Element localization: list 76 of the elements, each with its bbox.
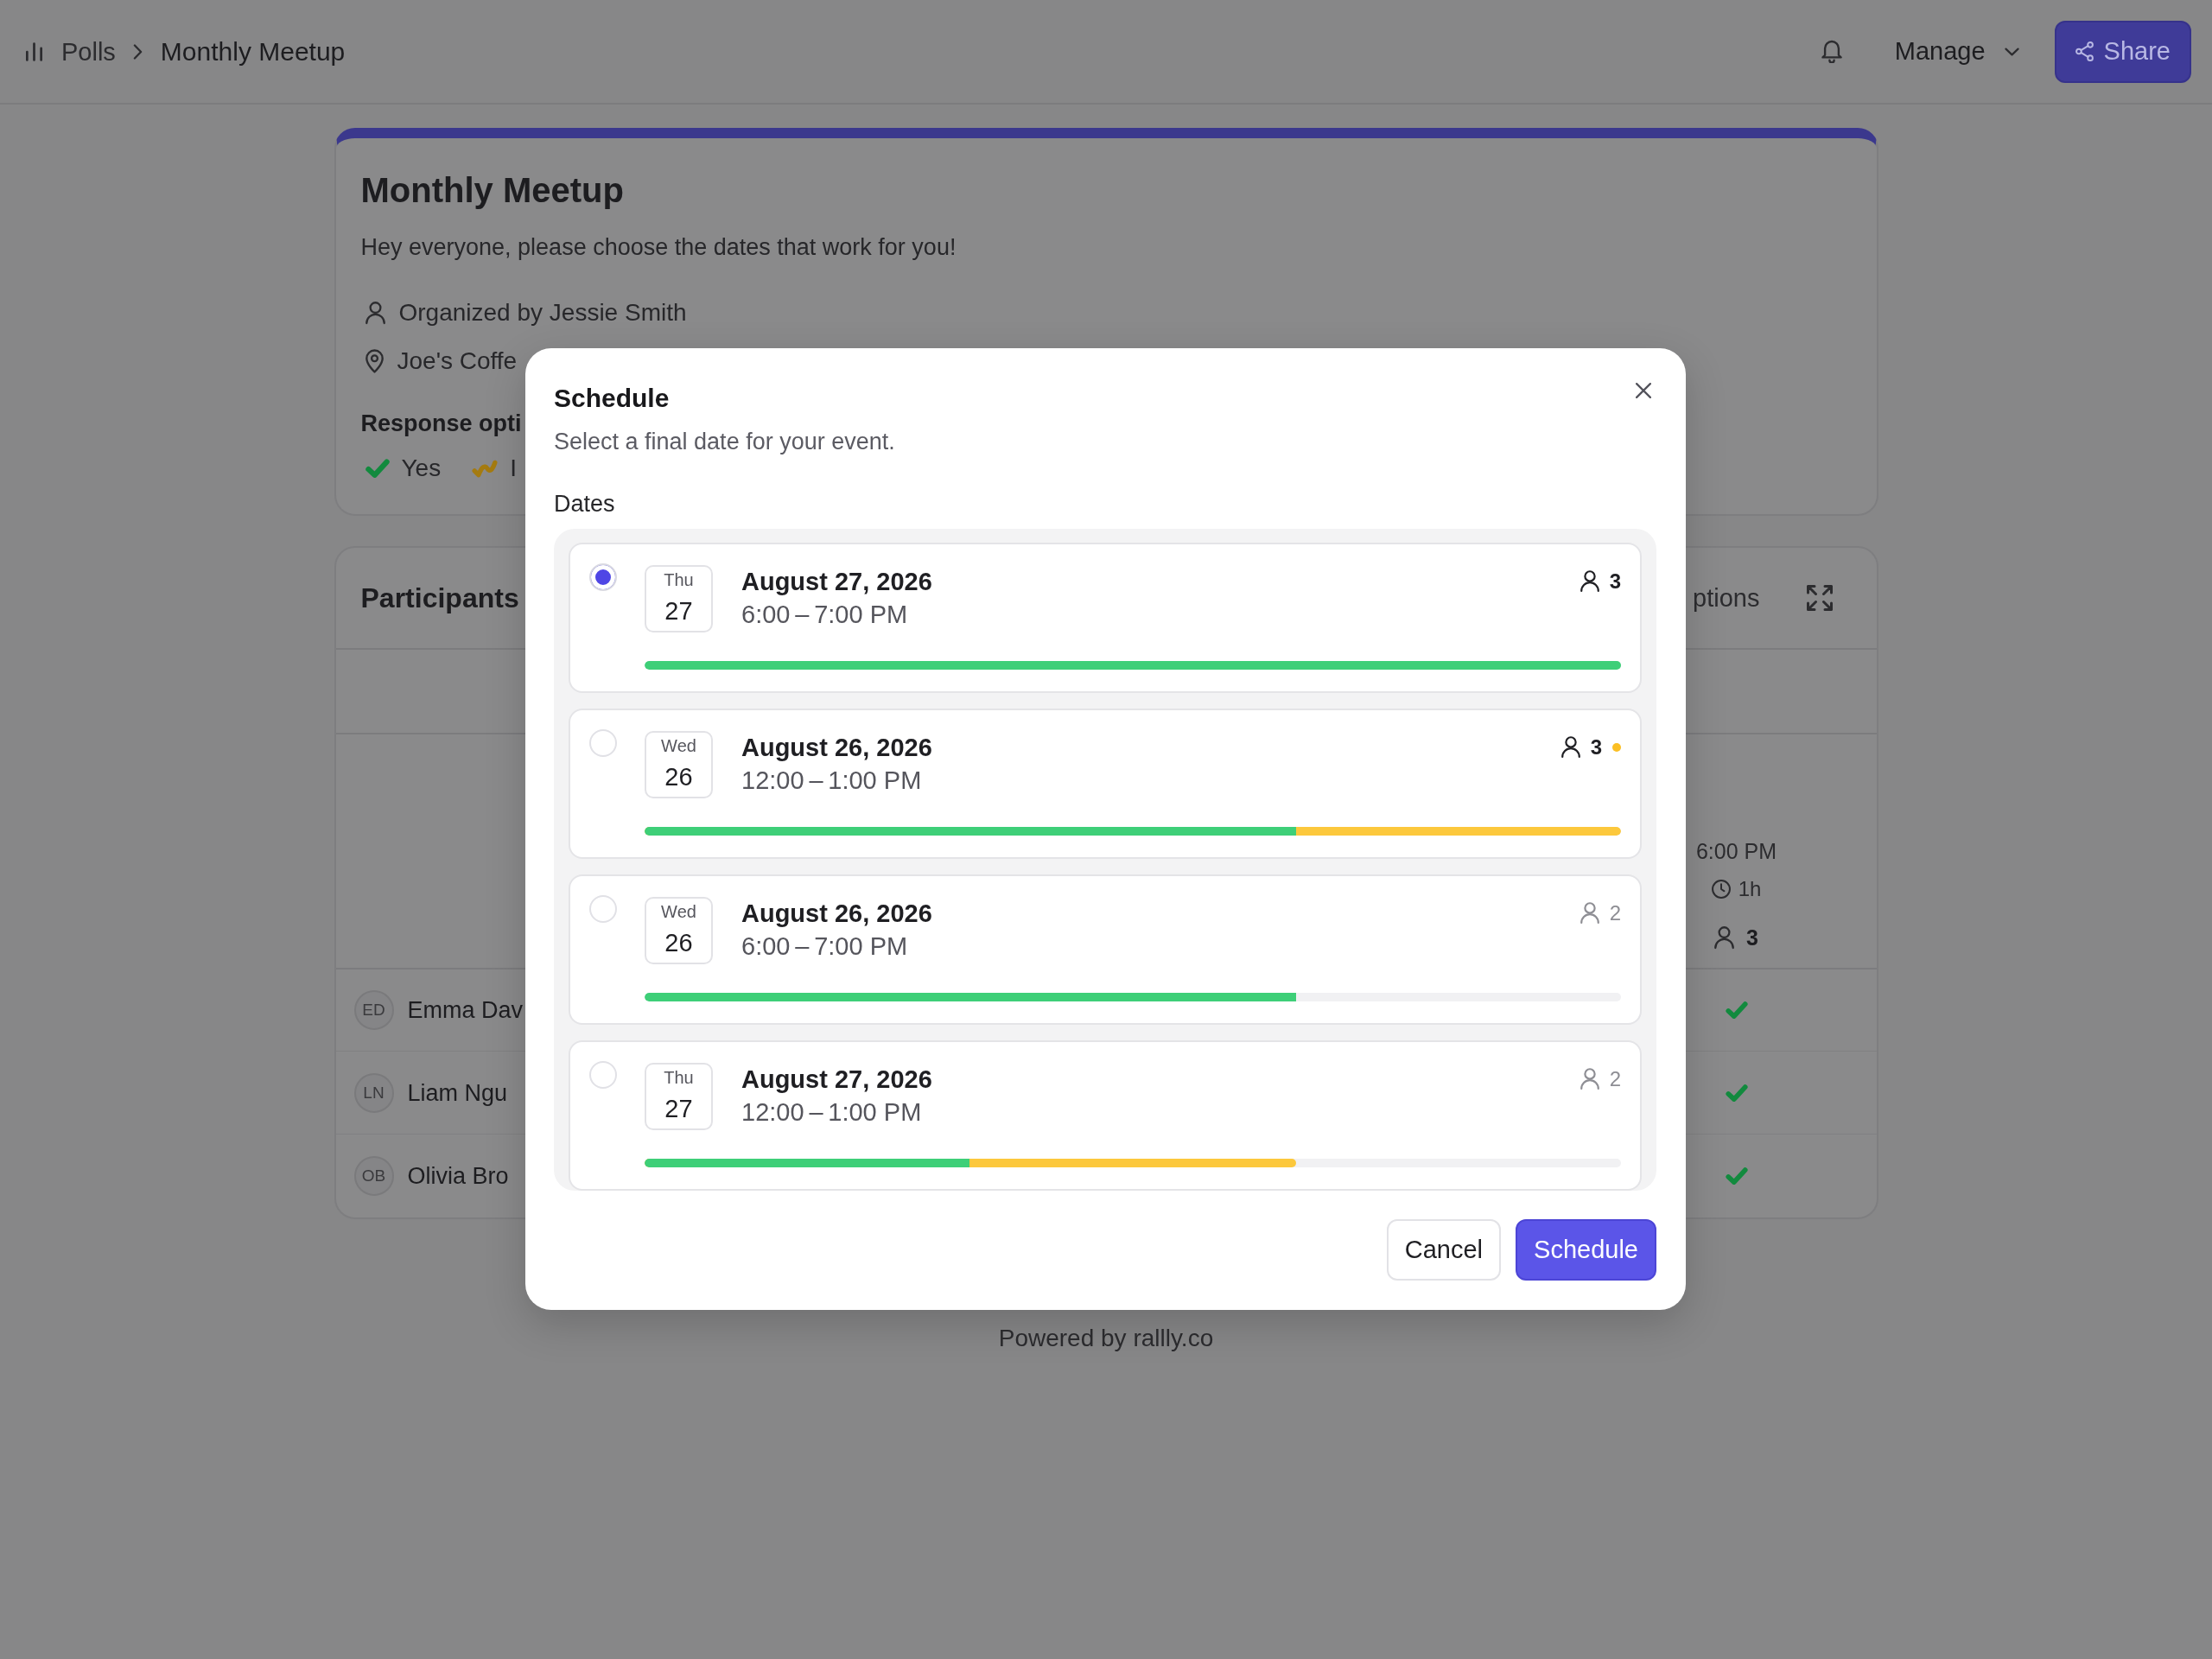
dates-label: Dates <box>554 490 615 518</box>
manage-button[interactable]: Manage <box>1882 20 2042 83</box>
check-icon <box>1725 1001 1748 1019</box>
vote-count: 2 <box>1609 900 1621 926</box>
date-option-card[interactable]: Thu 27 August 27, 2026 6:00 – 7:00 PM 3 <box>569 543 1642 693</box>
poll-title: Monthly Meetup <box>360 170 624 211</box>
poll-description: Hey everyone, please choose the dates that work for you! <box>360 233 957 262</box>
radio-button[interactable] <box>589 895 617 923</box>
weekday-text: Wed <box>661 901 696 922</box>
date-option-card[interactable]: Thu 27 August 27, 2026 12:00 – 1:00 PM 2 <box>569 1040 1642 1191</box>
participant-name: Olivia Bro <box>407 1162 509 1191</box>
dialog-subtitle: Select a final date for your event. <box>554 428 895 456</box>
share-button[interactable]: Share <box>2054 20 2191 83</box>
wavy-check-icon <box>472 459 499 478</box>
participant-name: Emma Dav <box>407 996 524 1025</box>
breadcrumb-current-page: Monthly Meetup <box>160 35 346 67</box>
date-title: August 27, 2026 <box>741 567 932 597</box>
day-number: 27 <box>664 596 693 626</box>
check-icon <box>1725 1084 1748 1102</box>
weekday-text: Thu <box>664 569 694 590</box>
avatar: LN <box>353 1072 394 1113</box>
response-option-label: Yes <box>401 454 442 483</box>
participant-count: 3 <box>1746 925 1758 951</box>
chevron-right-icon <box>132 43 143 60</box>
radio-button[interactable] <box>589 1061 617 1089</box>
date-option-card[interactable]: Wed 26 August 26, 2026 12:00 – 1:00 PM 3 <box>569 709 1642 859</box>
person-icon <box>1580 1068 1599 1090</box>
day-number: 26 <box>664 762 693 792</box>
bell-icon <box>1821 40 1842 63</box>
person-icon <box>1580 902 1599 925</box>
person-icon <box>1560 736 1580 759</box>
person-icon <box>365 301 385 325</box>
chevron-down-icon <box>2004 47 2019 56</box>
footer-text: Powered by rallly.co <box>998 1324 1214 1353</box>
weekday-text: Wed <box>661 735 696 756</box>
time-range-text: 6:00 – 7:00 PM <box>741 931 909 962</box>
cancel-button[interactable]: Cancel <box>1386 1219 1502 1281</box>
dialog-title: Schedule <box>554 383 670 414</box>
avatar: OB <box>353 1156 394 1196</box>
date-title: August 26, 2026 <box>741 733 932 763</box>
map-pin-icon <box>365 349 384 373</box>
person-icon <box>1580 570 1599 593</box>
options-text: ptions <box>1693 583 1760 613</box>
date-option-card[interactable]: Wed 26 August 26, 2026 6:00 – 7:00 PM 2 <box>569 874 1642 1025</box>
vote-count: 3 <box>1609 569 1621 594</box>
participants-title: Participants <box>360 582 519 615</box>
date-title: August 26, 2026 <box>741 899 932 929</box>
location-text: Joe's Coffe <box>397 346 518 376</box>
response-options-label: Response opti <box>360 410 522 438</box>
time-range-text: 12:00 – 1:00 PM <box>741 1097 923 1128</box>
clock-icon <box>1711 880 1731 899</box>
radio-button[interactable] <box>589 563 617 591</box>
radio-button[interactable] <box>589 729 617 757</box>
close-icon <box>1636 383 1651 398</box>
avatar: ED <box>353 990 394 1030</box>
day-number: 27 <box>664 1094 693 1124</box>
time-range-text: 12:00 – 1:00 PM <box>741 766 923 796</box>
option-time-text: 6:00 PM <box>1695 838 1777 865</box>
duration-text: 1h <box>1738 876 1762 902</box>
breadcrumb-link[interactable]: Polls <box>26 35 116 67</box>
day-number: 26 <box>664 928 693 958</box>
check-icon <box>365 459 390 478</box>
share-icon <box>2075 41 2094 61</box>
schedule-button[interactable]: Schedule <box>1516 1219 1656 1281</box>
check-icon <box>1725 1167 1748 1185</box>
organizer-text: Organized by Jessie Smith <box>398 298 687 327</box>
expand-icon <box>1806 585 1833 611</box>
date-title: August 27, 2026 <box>741 1065 932 1095</box>
weekday-text: Thu <box>664 1067 694 1088</box>
response-option-label: I <box>510 454 517 483</box>
time-range-text: 6:00 – 7:00 PM <box>741 600 909 630</box>
vote-count: 2 <box>1609 1066 1621 1092</box>
person-icon <box>1714 925 1735 950</box>
participant-name: Liam Ngu <box>407 1078 508 1108</box>
vote-count: 3 <box>1590 734 1602 760</box>
bar-chart-icon <box>26 41 42 61</box>
